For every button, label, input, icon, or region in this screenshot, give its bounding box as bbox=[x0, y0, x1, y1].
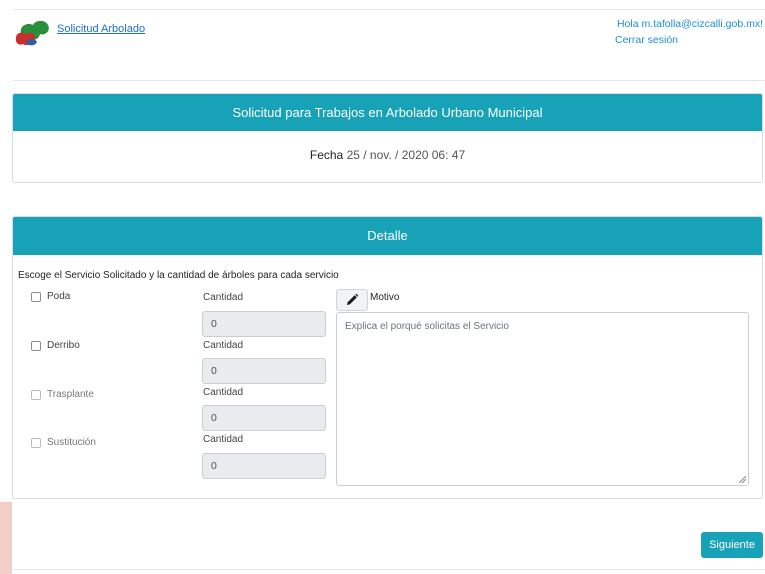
user-greeting: Hola m.tafolla@cizcalli.gob.mx! bbox=[616, 18, 763, 30]
reason-label: Motivo bbox=[370, 292, 400, 303]
service-label: Derribo bbox=[47, 340, 80, 351]
reason-placeholder: Explica el porqué solicitas el Servicio bbox=[345, 321, 509, 332]
checkbox-box[interactable] bbox=[31, 291, 41, 302]
edit-reason-button[interactable] bbox=[336, 289, 368, 311]
next-button[interactable]: Siguiente bbox=[701, 532, 763, 558]
quantity-label: Cantidad bbox=[203, 434, 244, 445]
top-divider bbox=[13, 9, 765, 10]
reason-textarea[interactable]: Explica el porqué solicitas el Servicio bbox=[336, 312, 749, 486]
date-label: Fecha bbox=[309, 148, 344, 162]
checkbox-box[interactable] bbox=[31, 437, 41, 448]
pencil-icon bbox=[347, 293, 359, 305]
header-divider bbox=[13, 80, 765, 81]
resize-handle-icon[interactable] bbox=[739, 476, 746, 483]
service-label: Trasplante bbox=[47, 389, 94, 400]
derribo-quantity-input[interactable]: 0 bbox=[202, 358, 326, 384]
request-card-title: Solicitud para Trabajos en Arbolado Urba… bbox=[13, 94, 762, 131]
request-card: Solicitud para Trabajos en Arbolado Urba… bbox=[12, 93, 763, 183]
service-label: Poda bbox=[47, 291, 71, 302]
service-label: Sustitución bbox=[47, 437, 96, 448]
service-sustitucion-checkbox[interactable]: Sustitución bbox=[31, 437, 96, 448]
detail-card-title: Detalle bbox=[13, 217, 762, 255]
date-value: 25 / nov. / 2020 06: 47 bbox=[346, 148, 466, 162]
sustitucion-quantity-input[interactable]: 0 bbox=[202, 453, 326, 479]
checkbox-box[interactable] bbox=[31, 389, 41, 400]
bottom-divider bbox=[13, 569, 765, 570]
service-derribo-checkbox[interactable]: Derribo bbox=[31, 340, 80, 351]
app-title-link[interactable]: Solicitud Arbolado bbox=[57, 23, 145, 35]
trasplante-quantity-input[interactable]: 0 bbox=[202, 405, 326, 431]
quantity-label: Cantidad bbox=[203, 387, 244, 398]
service-trasplante-checkbox[interactable]: Trasplante bbox=[31, 389, 94, 400]
quantity-label: Cantidad bbox=[203, 340, 244, 351]
side-strip bbox=[0, 502, 12, 574]
logo-icon bbox=[15, 20, 49, 46]
logout-link[interactable]: Cerrar sesión bbox=[615, 34, 678, 46]
instructions-text: Escoge el Servicio Solicitado y la canti… bbox=[18, 270, 339, 281]
poda-quantity-input[interactable]: 0 bbox=[202, 311, 326, 337]
checkbox-box[interactable] bbox=[31, 340, 41, 351]
service-poda-checkbox[interactable]: Poda bbox=[31, 291, 70, 302]
quantity-label: Cantidad bbox=[203, 292, 244, 303]
date-line: Fecha 25 / nov. / 2020 06: 47 bbox=[13, 148, 762, 162]
